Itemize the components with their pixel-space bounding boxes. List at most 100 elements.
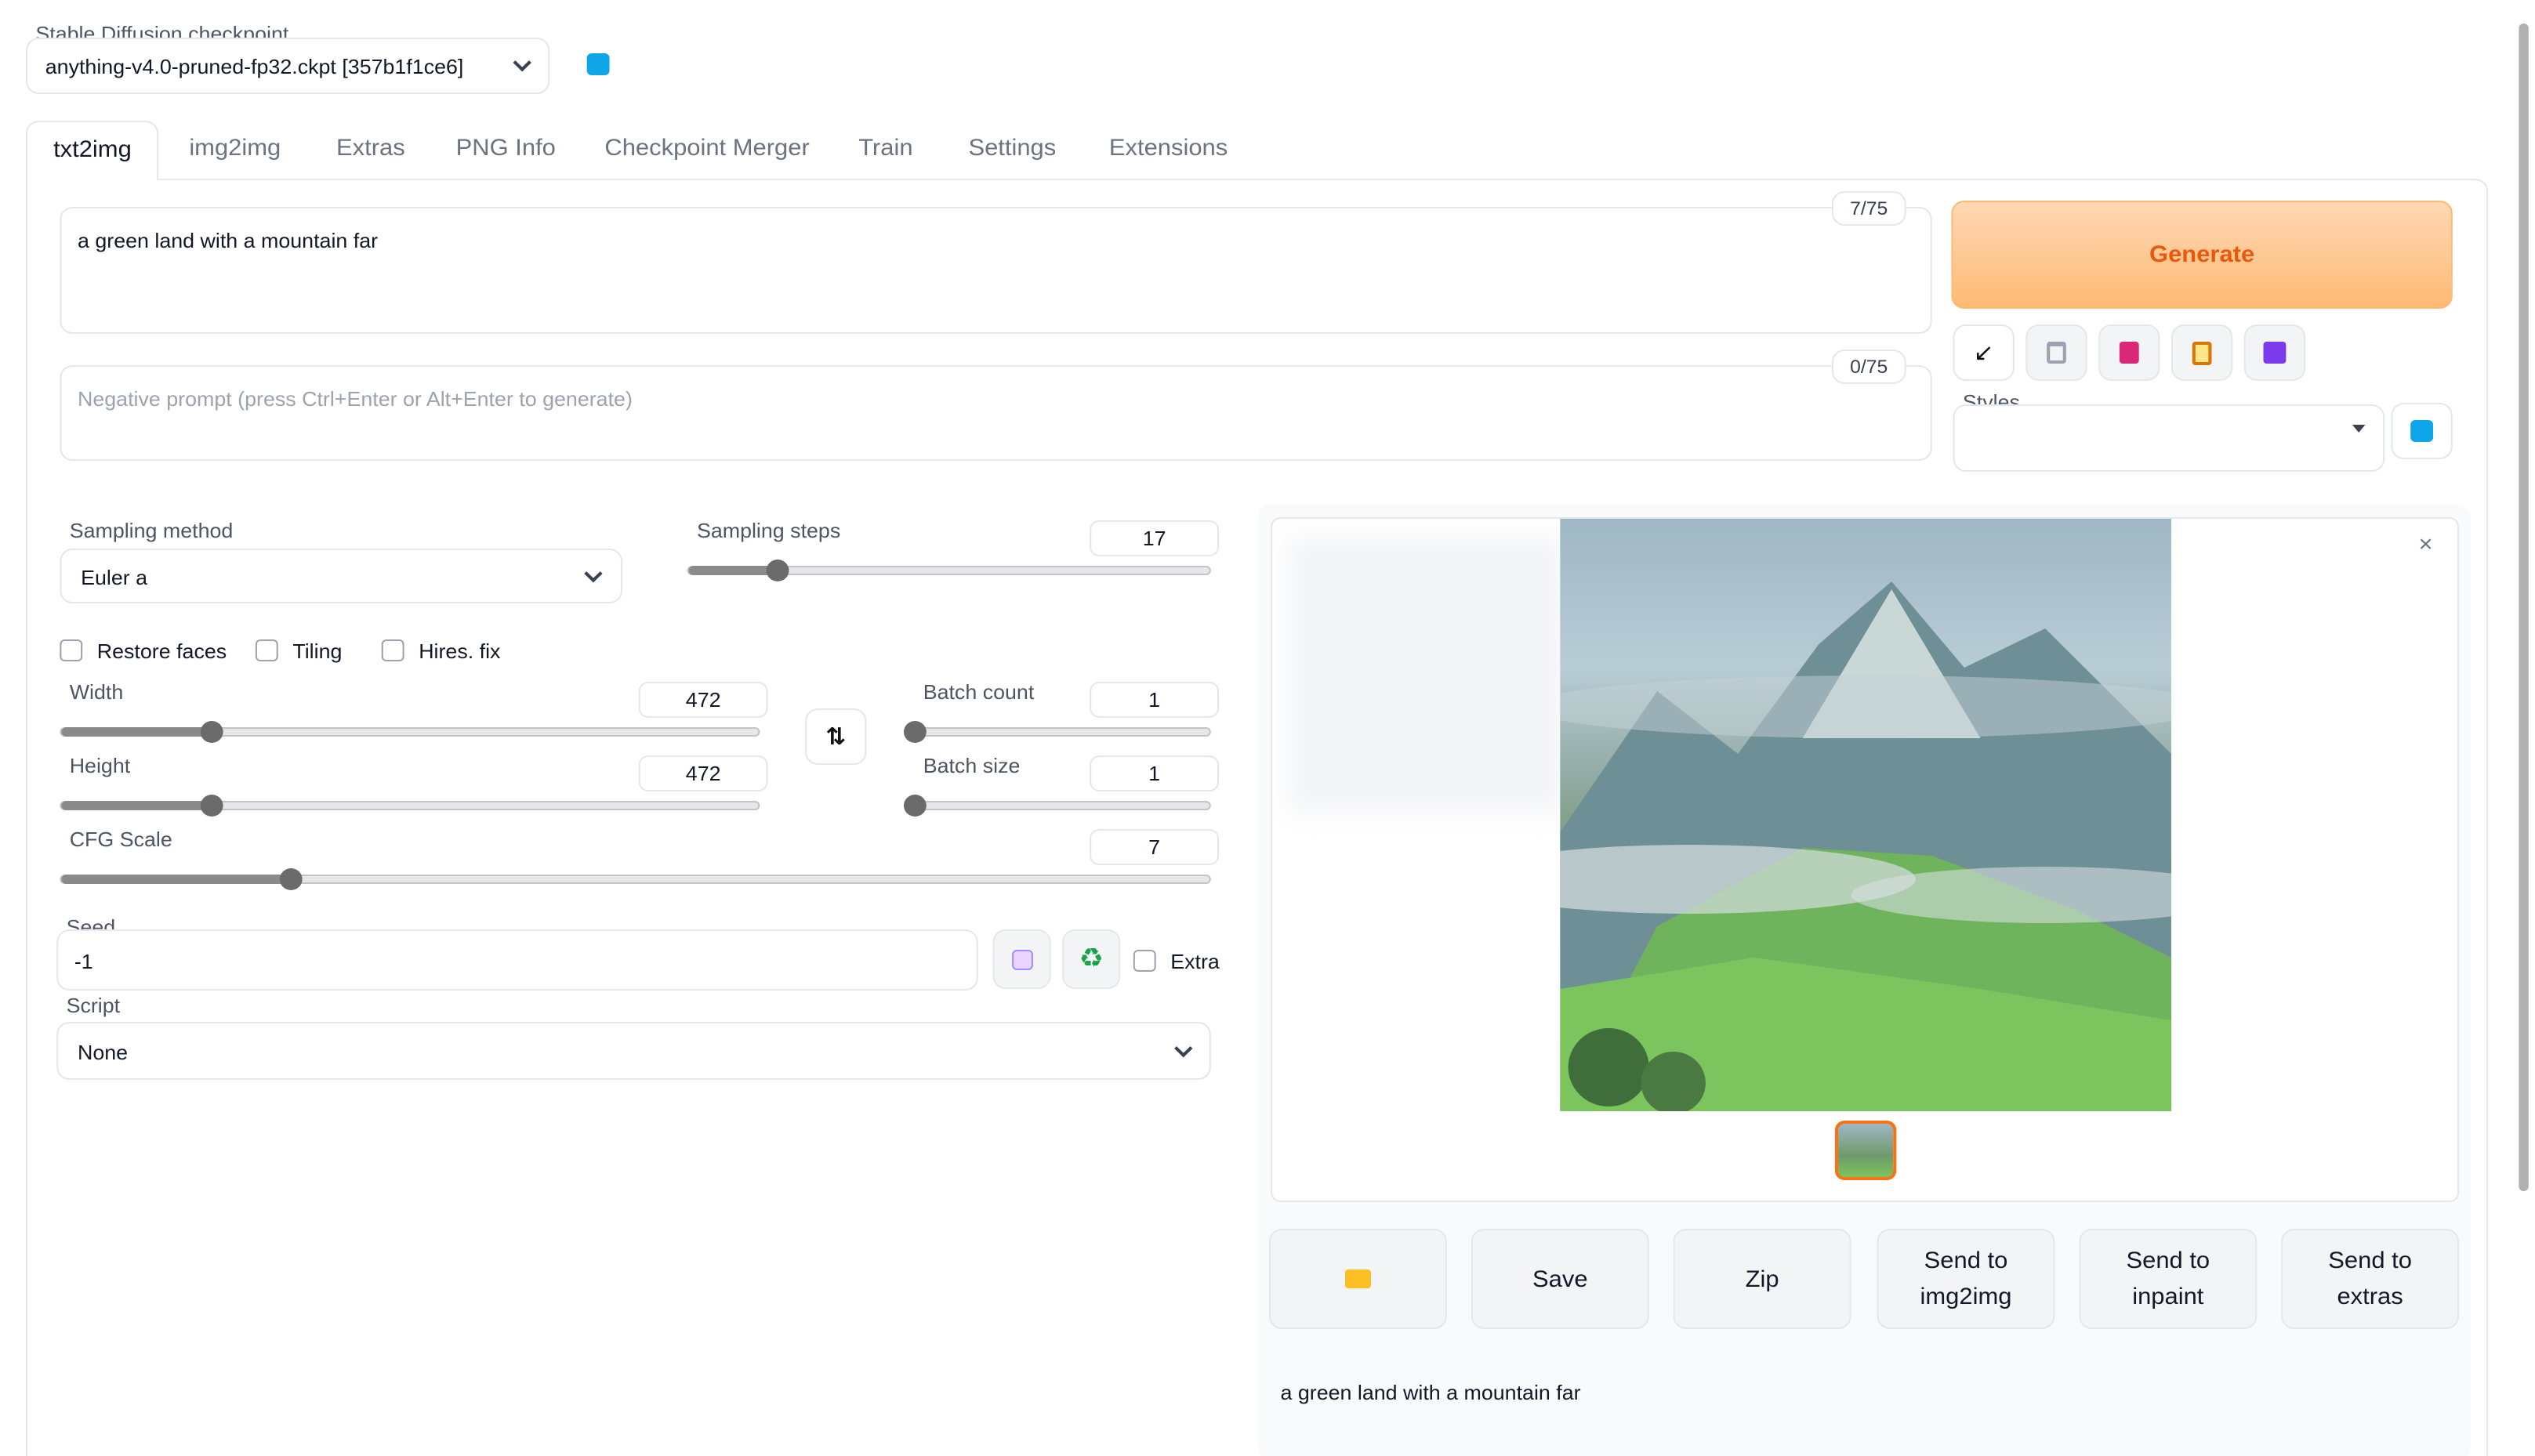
sampling-steps-input[interactable]: 17 bbox=[1090, 520, 1220, 556]
width-label: Width bbox=[69, 680, 124, 704]
open-folder-button[interactable] bbox=[1269, 1229, 1447, 1329]
tab-train[interactable]: Train bbox=[858, 135, 912, 161]
height-input[interactable]: 472 bbox=[638, 755, 768, 791]
arrow-icon: ↙ bbox=[1973, 340, 1994, 367]
send-to-img2img-button[interactable]: Send to img2img bbox=[1877, 1229, 2055, 1329]
slider-thumb[interactable] bbox=[200, 795, 223, 817]
blurred-preview bbox=[1288, 538, 1564, 812]
extra-seed-checkbox[interactable] bbox=[1133, 950, 1156, 972]
negative-prompt-textarea[interactable]: Negative prompt (press Ctrl+Enter or Alt… bbox=[60, 365, 1932, 461]
refresh-icon bbox=[586, 53, 610, 75]
script-select[interactable]: None bbox=[56, 1022, 1211, 1080]
styles-dropdown[interactable] bbox=[1953, 404, 2385, 472]
clear-prompt-button[interactable] bbox=[2025, 324, 2087, 381]
apply-style-button[interactable] bbox=[2171, 324, 2233, 381]
hires-fix-checkbox[interactable] bbox=[381, 639, 404, 661]
sampling-method-label: Sampling method bbox=[69, 519, 234, 542]
send-to-extras-button[interactable]: Send to extras bbox=[2281, 1229, 2460, 1329]
sampling-method-value: Euler a bbox=[81, 566, 148, 589]
slider-thumb[interactable] bbox=[279, 868, 303, 890]
output-caption: a green land with a mountain far bbox=[1280, 1381, 1581, 1404]
generated-image[interactable] bbox=[1560, 519, 2171, 1111]
styles-refresh-button[interactable] bbox=[2391, 403, 2453, 459]
tab-png-info[interactable]: PNG Info bbox=[456, 135, 556, 161]
seed-value: -1 bbox=[74, 950, 93, 973]
width-slider[interactable] bbox=[60, 721, 760, 743]
tiling-label: Tiling bbox=[292, 639, 343, 663]
batch-count-slider[interactable] bbox=[903, 721, 1211, 743]
slider-thumb[interactable] bbox=[766, 560, 789, 581]
swap-dimensions-button[interactable]: ⇅ bbox=[805, 708, 867, 765]
cfg-scale-label: CFG Scale bbox=[69, 828, 172, 851]
sampling-steps-slider[interactable] bbox=[687, 560, 1211, 581]
batch-size-input[interactable]: 1 bbox=[1090, 755, 1220, 791]
mountain-landscape-svg bbox=[1560, 581, 2171, 1111]
checkpoint-refresh-button[interactable] bbox=[567, 36, 629, 92]
reuse-seed-button[interactable]: ♻ bbox=[1062, 929, 1121, 989]
app-root: Stable Diffusion checkpoint anything-v4.… bbox=[0, 0, 2535, 1456]
tab-settings[interactable]: Settings bbox=[968, 135, 1056, 161]
tab-extras[interactable]: Extras bbox=[336, 135, 405, 161]
scrollbar-thumb[interactable] bbox=[2519, 24, 2529, 1191]
send-to-inpaint-button[interactable]: Send to inpaint bbox=[2079, 1229, 2258, 1329]
recycle-icon: ♻ bbox=[1079, 944, 1104, 973]
save-disk-icon bbox=[2263, 342, 2287, 364]
trash-icon bbox=[2047, 342, 2066, 364]
tiling-checkbox[interactable] bbox=[255, 639, 278, 661]
checkpoint-select[interactable]: anything-v4.0-pruned-fp32.ckpt [357b1f1c… bbox=[26, 38, 550, 94]
hires-fix-label: Hires. fix bbox=[419, 639, 501, 663]
save-style-button[interactable] bbox=[2243, 324, 2306, 381]
folder-icon bbox=[1345, 1269, 1371, 1288]
read-params-button[interactable]: ↙ bbox=[1953, 324, 2015, 381]
generate-button[interactable]: Generate bbox=[1951, 201, 2453, 309]
slider-thumb[interactable] bbox=[903, 721, 927, 743]
script-label: Script bbox=[66, 994, 121, 1017]
cfg-scale-slider[interactable] bbox=[60, 868, 1211, 890]
image-gallery: × bbox=[1271, 517, 2460, 1202]
chevron-down-icon bbox=[1174, 1039, 1193, 1058]
chevron-down-icon bbox=[513, 53, 531, 72]
cfg-scale-input[interactable]: 7 bbox=[1090, 829, 1220, 865]
batch-count-label: Batch count bbox=[923, 680, 1035, 704]
batch-size-slider[interactable] bbox=[903, 795, 1211, 817]
bookmark-icon bbox=[2119, 342, 2139, 364]
slider-thumb[interactable] bbox=[903, 795, 927, 817]
prompt-text: a green land with a mountain far bbox=[78, 229, 379, 252]
prompt-textarea[interactable]: a green land with a mountain far bbox=[60, 207, 1932, 334]
tab-txt2img[interactable]: txt2img bbox=[26, 121, 159, 180]
negative-prompt-placeholder: Negative prompt (press Ctrl+Enter or Alt… bbox=[78, 387, 633, 411]
restore-faces-label: Restore faces bbox=[96, 639, 227, 663]
extra-seed-label: Extra bbox=[1170, 950, 1220, 973]
negative-token-counter: 0/75 bbox=[1831, 350, 1906, 384]
batch-count-input[interactable]: 1 bbox=[1090, 682, 1220, 718]
dice-icon bbox=[1011, 949, 1032, 969]
chevron-down-icon bbox=[584, 564, 603, 583]
save-button[interactable]: Save bbox=[1471, 1229, 1649, 1329]
seed-input[interactable]: -1 bbox=[56, 929, 978, 991]
zip-button[interactable]: Zip bbox=[1673, 1229, 1851, 1329]
refresh-icon bbox=[2410, 420, 2434, 442]
random-seed-button[interactable] bbox=[992, 929, 1051, 989]
height-label: Height bbox=[69, 754, 131, 777]
extra-networks-button[interactable] bbox=[2098, 324, 2160, 381]
height-slider[interactable] bbox=[60, 795, 760, 817]
tab-img2img[interactable]: img2img bbox=[189, 135, 281, 161]
slider-thumb[interactable] bbox=[200, 721, 223, 743]
clipboard-icon bbox=[2192, 341, 2212, 364]
batch-size-label: Batch size bbox=[923, 754, 1021, 777]
swap-icon: ⇅ bbox=[825, 724, 847, 751]
page-scrollbar[interactable] bbox=[2514, 0, 2535, 1456]
sampling-steps-label: Sampling steps bbox=[696, 519, 841, 542]
prompt-token-counter: 7/75 bbox=[1831, 191, 1906, 226]
restore-faces-checkbox[interactable] bbox=[60, 639, 83, 661]
tab-extensions[interactable]: Extensions bbox=[1109, 135, 1228, 161]
checkpoint-value: anything-v4.0-pruned-fp32.ckpt [357b1f1c… bbox=[45, 55, 464, 78]
thumbnail-1[interactable] bbox=[1834, 1121, 1897, 1180]
script-value: None bbox=[78, 1041, 129, 1064]
width-input[interactable]: 472 bbox=[638, 682, 768, 718]
sampling-method-select[interactable]: Euler a bbox=[60, 549, 623, 603]
tab-checkpoint-merger[interactable]: Checkpoint Merger bbox=[604, 135, 809, 161]
tab-label: txt2img bbox=[53, 136, 132, 163]
dropdown-arrow-icon bbox=[2352, 425, 2366, 433]
close-icon[interactable]: × bbox=[2419, 531, 2433, 558]
